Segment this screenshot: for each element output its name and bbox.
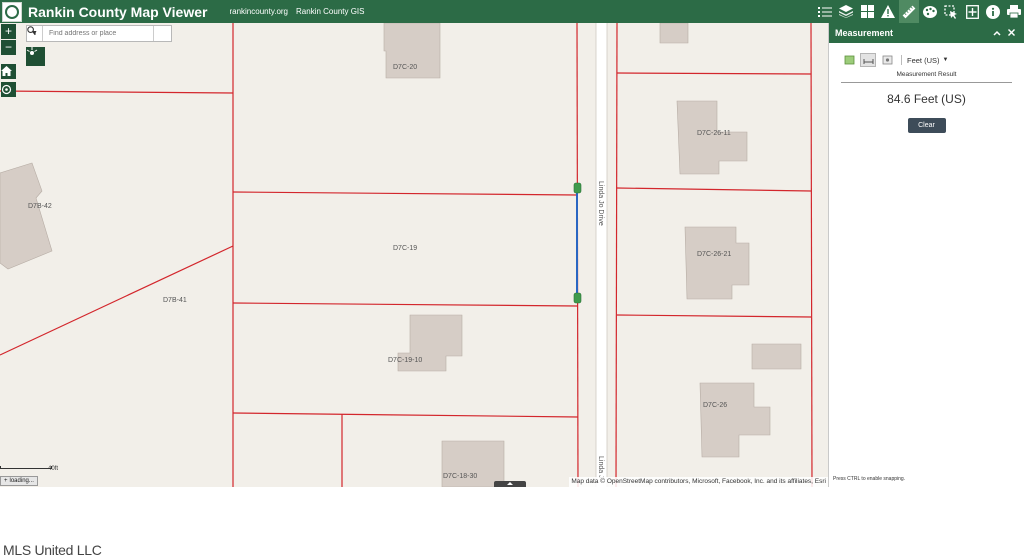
draw-palette-icon[interactable] bbox=[920, 0, 940, 23]
panel-title: Measurement bbox=[835, 28, 894, 38]
map-attribution: Map data © OpenStreetMap contributors, M… bbox=[569, 477, 828, 487]
measure-distance-button[interactable] bbox=[860, 53, 876, 67]
measure-location-button[interactable] bbox=[879, 53, 895, 67]
close-panel-button[interactable] bbox=[1004, 28, 1018, 38]
measurement-vertex-start[interactable] bbox=[573, 182, 582, 194]
parcel-label: D7C-26 bbox=[703, 402, 727, 409]
home-icon bbox=[1, 66, 12, 76]
add-data-icon[interactable] bbox=[962, 0, 982, 23]
layers-icon[interactable] bbox=[836, 0, 856, 23]
parcel-labels: D7C-20 D7B-42 D7C-19 D7B-41 D7C-19-10 D7… bbox=[28, 64, 731, 480]
rankincounty-link[interactable]: rankincounty.org bbox=[229, 7, 288, 16]
panel-header: Measurement bbox=[829, 23, 1024, 43]
warning-triangle-icon[interactable] bbox=[878, 0, 898, 23]
basemap-grid-icon[interactable] bbox=[857, 0, 877, 23]
parcel-label: D7C-18-30 bbox=[443, 473, 477, 480]
measure-ruler-icon[interactable] bbox=[899, 0, 919, 23]
home-button[interactable] bbox=[1, 64, 16, 79]
legend-list-icon[interactable] bbox=[815, 0, 835, 23]
road-linda-jo-drive bbox=[596, 23, 607, 487]
app-header: Rankin County Map Viewer rankincounty.or… bbox=[0, 0, 1024, 23]
map-viewer-app: Rankin County Map Viewer rankincounty.or… bbox=[0, 0, 1024, 557]
measurement-result: 84.6 Feet (US) bbox=[887, 92, 966, 106]
loading-indicator: + loading... bbox=[0, 476, 38, 486]
header-toolbar bbox=[814, 0, 1024, 23]
result-label: Measurement Result bbox=[896, 71, 957, 78]
parcel-label: D7C-20 bbox=[393, 64, 417, 71]
parcel-label: D7C-19-10 bbox=[388, 357, 422, 364]
chevron-up-icon bbox=[993, 30, 1001, 36]
street-label: Linda J bbox=[597, 456, 604, 479]
crosshair-icon bbox=[1, 84, 12, 95]
scale-bar: 40ft bbox=[0, 463, 60, 473]
info-icon[interactable] bbox=[983, 0, 1003, 23]
parcel-label: D7C-26-11 bbox=[697, 130, 731, 137]
select-tool-icon[interactable] bbox=[941, 0, 961, 23]
county-logo bbox=[2, 1, 22, 22]
close-icon bbox=[1007, 29, 1015, 36]
unit-dropdown[interactable]: Feet (US) bbox=[907, 56, 940, 65]
measurement-panel: Measurement Feet (US) ▼ Measurement Resu… bbox=[828, 23, 1024, 487]
parcel-label: D7C-19 bbox=[393, 245, 417, 252]
parcel-label: D7B-42 bbox=[28, 203, 52, 210]
footer: MLS United LLC bbox=[0, 487, 1024, 557]
locate-me-button[interactable] bbox=[1, 82, 16, 97]
scale-label: 40ft bbox=[48, 466, 59, 472]
area-icon bbox=[844, 55, 854, 65]
location-icon bbox=[882, 55, 892, 65]
street-label: Linda Jo Drive bbox=[597, 181, 604, 226]
measurement-vertex-end[interactable] bbox=[573, 292, 582, 304]
search-input[interactable] bbox=[43, 26, 153, 41]
watermark-text: MLS United LLC bbox=[3, 542, 102, 557]
search-icon bbox=[27, 26, 36, 35]
divider bbox=[841, 82, 1012, 83]
print-icon[interactable] bbox=[1004, 0, 1024, 23]
search-bar: ▼ bbox=[26, 25, 172, 42]
search-button[interactable] bbox=[27, 26, 171, 41]
map-canvas[interactable]: D7C-20 D7B-42 D7C-19 D7B-41 D7C-19-10 D7… bbox=[0, 23, 828, 487]
zoom-out-button[interactable]: − bbox=[1, 40, 16, 55]
collapse-panel-button[interactable] bbox=[990, 28, 1004, 38]
rankin-gis-link[interactable]: Rankin County GIS bbox=[296, 7, 364, 16]
expand-icon: + bbox=[4, 477, 8, 484]
chevron-down-icon[interactable]: ▼ bbox=[943, 57, 949, 63]
clear-button[interactable]: Clear bbox=[907, 118, 946, 133]
measure-area-button[interactable] bbox=[841, 53, 857, 67]
measure-tool-selector: Feet (US) ▼ bbox=[841, 53, 1024, 67]
parcel-label: D7C-26-21 bbox=[697, 251, 731, 258]
parcel-label: D7B-41 bbox=[163, 297, 187, 304]
location-pin-icon bbox=[26, 47, 38, 55]
distance-icon bbox=[863, 59, 873, 64]
my-location-button[interactable] bbox=[26, 47, 45, 66]
snapping-hint: Press CTRL to enable snapping. bbox=[833, 476, 906, 482]
zoom-in-button[interactable]: + bbox=[1, 24, 16, 39]
parcel-map: D7C-20 D7B-42 D7C-19 D7B-41 D7C-19-10 D7… bbox=[0, 23, 813, 487]
app-title: Rankin County Map Viewer bbox=[28, 3, 208, 20]
